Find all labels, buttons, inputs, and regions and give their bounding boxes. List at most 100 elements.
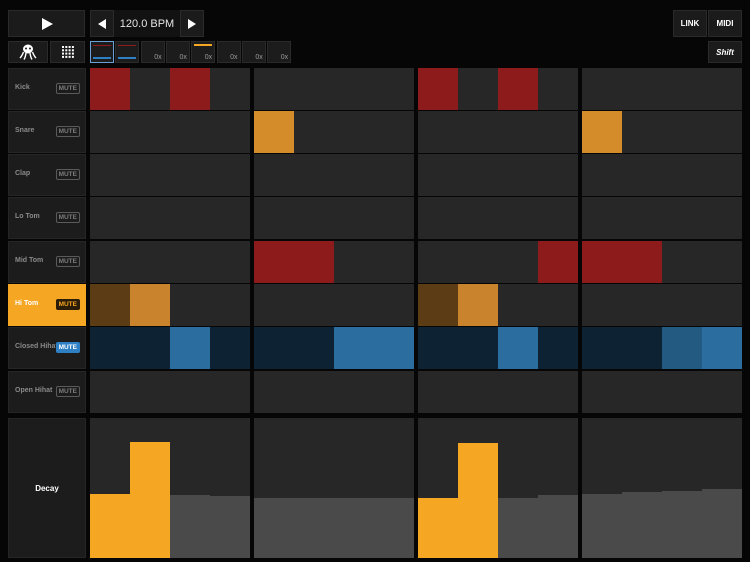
- mute-button[interactable]: MUTE: [55, 386, 80, 397]
- step-pad[interactable]: [458, 241, 498, 283]
- grid-view-button[interactable]: [50, 41, 85, 63]
- step-pad[interactable]: [334, 241, 374, 283]
- step-pad[interactable]: [582, 68, 622, 110]
- step-pad[interactable]: [374, 197, 414, 239]
- pattern-slot[interactable]: 0x: [216, 41, 241, 63]
- mute-button[interactable]: MUTE: [55, 212, 80, 223]
- step-pad[interactable]: [130, 197, 170, 239]
- step-pad[interactable]: [90, 154, 130, 196]
- step-pad[interactable]: [254, 327, 294, 369]
- step-pad[interactable]: [90, 111, 130, 153]
- step-pad[interactable]: [498, 197, 538, 239]
- track-hi-tom[interactable]: Hi Tom MUTE: [8, 284, 86, 326]
- step-pad[interactable]: [130, 154, 170, 196]
- decay-step[interactable]: [662, 418, 702, 558]
- step-pad[interactable]: [538, 327, 578, 369]
- step-pad[interactable]: [90, 284, 130, 326]
- step-pad[interactable]: [90, 197, 130, 239]
- step-pad[interactable]: [130, 327, 170, 369]
- step-pad[interactable]: [170, 197, 210, 239]
- step-pad[interactable]: [334, 327, 374, 369]
- step-pad[interactable]: [662, 371, 702, 413]
- step-pad[interactable]: [662, 284, 702, 326]
- step-pad[interactable]: [458, 371, 498, 413]
- step-pad[interactable]: [662, 68, 702, 110]
- step-pad[interactable]: [210, 371, 250, 413]
- midi-button[interactable]: MIDI: [708, 10, 742, 37]
- step-pad[interactable]: [90, 327, 130, 369]
- step-pad[interactable]: [582, 241, 622, 283]
- step-pad[interactable]: [210, 327, 250, 369]
- step-pad[interactable]: [538, 111, 578, 153]
- step-pad[interactable]: [294, 154, 334, 196]
- step-pad[interactable]: [498, 154, 538, 196]
- step-pad[interactable]: [418, 197, 458, 239]
- mute-button[interactable]: MUTE: [55, 299, 80, 310]
- pattern-slot[interactable]: 0x: [140, 41, 165, 63]
- decay-step[interactable]: [702, 418, 742, 558]
- step-pad[interactable]: [498, 284, 538, 326]
- step-pad[interactable]: [254, 111, 294, 153]
- decay-step[interactable]: [622, 418, 662, 558]
- step-pad[interactable]: [702, 197, 742, 239]
- step-pad[interactable]: [622, 154, 662, 196]
- decay-step[interactable]: [334, 418, 374, 558]
- step-pad[interactable]: [294, 111, 334, 153]
- step-pad[interactable]: [582, 371, 622, 413]
- shift-button[interactable]: Shift: [708, 41, 742, 63]
- step-pad[interactable]: [210, 154, 250, 196]
- step-pad[interactable]: [334, 371, 374, 413]
- step-pad[interactable]: [210, 111, 250, 153]
- step-pad[interactable]: [662, 197, 702, 239]
- mute-button[interactable]: MUTE: [55, 126, 80, 137]
- step-pad[interactable]: [254, 241, 294, 283]
- step-pad[interactable]: [622, 327, 662, 369]
- step-pad[interactable]: [170, 154, 210, 196]
- step-pad[interactable]: [622, 241, 662, 283]
- mute-button[interactable]: MUTE: [55, 83, 80, 94]
- step-pad[interactable]: [418, 68, 458, 110]
- step-pad[interactable]: [334, 284, 374, 326]
- step-pad[interactable]: [210, 241, 250, 283]
- step-pad[interactable]: [170, 327, 210, 369]
- step-pad[interactable]: [130, 68, 170, 110]
- step-pad[interactable]: [254, 154, 294, 196]
- step-pad[interactable]: [538, 154, 578, 196]
- decay-step[interactable]: [538, 418, 578, 558]
- tempo-up-button[interactable]: [180, 10, 204, 37]
- step-pad[interactable]: [538, 68, 578, 110]
- step-pad[interactable]: [622, 197, 662, 239]
- step-pad[interactable]: [254, 68, 294, 110]
- step-pad[interactable]: [458, 284, 498, 326]
- step-pad[interactable]: [374, 371, 414, 413]
- track-open-hihat[interactable]: Open Hihat MUTE: [8, 371, 86, 413]
- step-pad[interactable]: [622, 371, 662, 413]
- step-pad[interactable]: [498, 111, 538, 153]
- tempo-down-button[interactable]: [90, 10, 114, 37]
- step-pad[interactable]: [374, 241, 414, 283]
- step-pad[interactable]: [374, 154, 414, 196]
- step-pad[interactable]: [538, 284, 578, 326]
- step-pad[interactable]: [418, 371, 458, 413]
- decay-step[interactable]: [498, 418, 538, 558]
- step-pad[interactable]: [582, 111, 622, 153]
- step-pad[interactable]: [130, 111, 170, 153]
- track-mid-tom[interactable]: Mid Tom MUTE: [8, 241, 86, 283]
- step-pad[interactable]: [702, 111, 742, 153]
- track-clap[interactable]: Clap MUTE: [8, 154, 86, 196]
- pattern-slot[interactable]: [90, 41, 114, 63]
- step-pad[interactable]: [334, 68, 374, 110]
- step-pad[interactable]: [538, 241, 578, 283]
- step-pad[interactable]: [130, 241, 170, 283]
- step-pad[interactable]: [582, 154, 622, 196]
- decay-step[interactable]: [170, 418, 210, 558]
- step-pad[interactable]: [702, 241, 742, 283]
- step-pad[interactable]: [170, 284, 210, 326]
- step-pad[interactable]: [582, 284, 622, 326]
- logo-button[interactable]: [8, 41, 48, 63]
- step-pad[interactable]: [294, 371, 334, 413]
- decay-step[interactable]: [210, 418, 250, 558]
- step-pad[interactable]: [458, 197, 498, 239]
- step-pad[interactable]: [418, 284, 458, 326]
- step-pad[interactable]: [294, 197, 334, 239]
